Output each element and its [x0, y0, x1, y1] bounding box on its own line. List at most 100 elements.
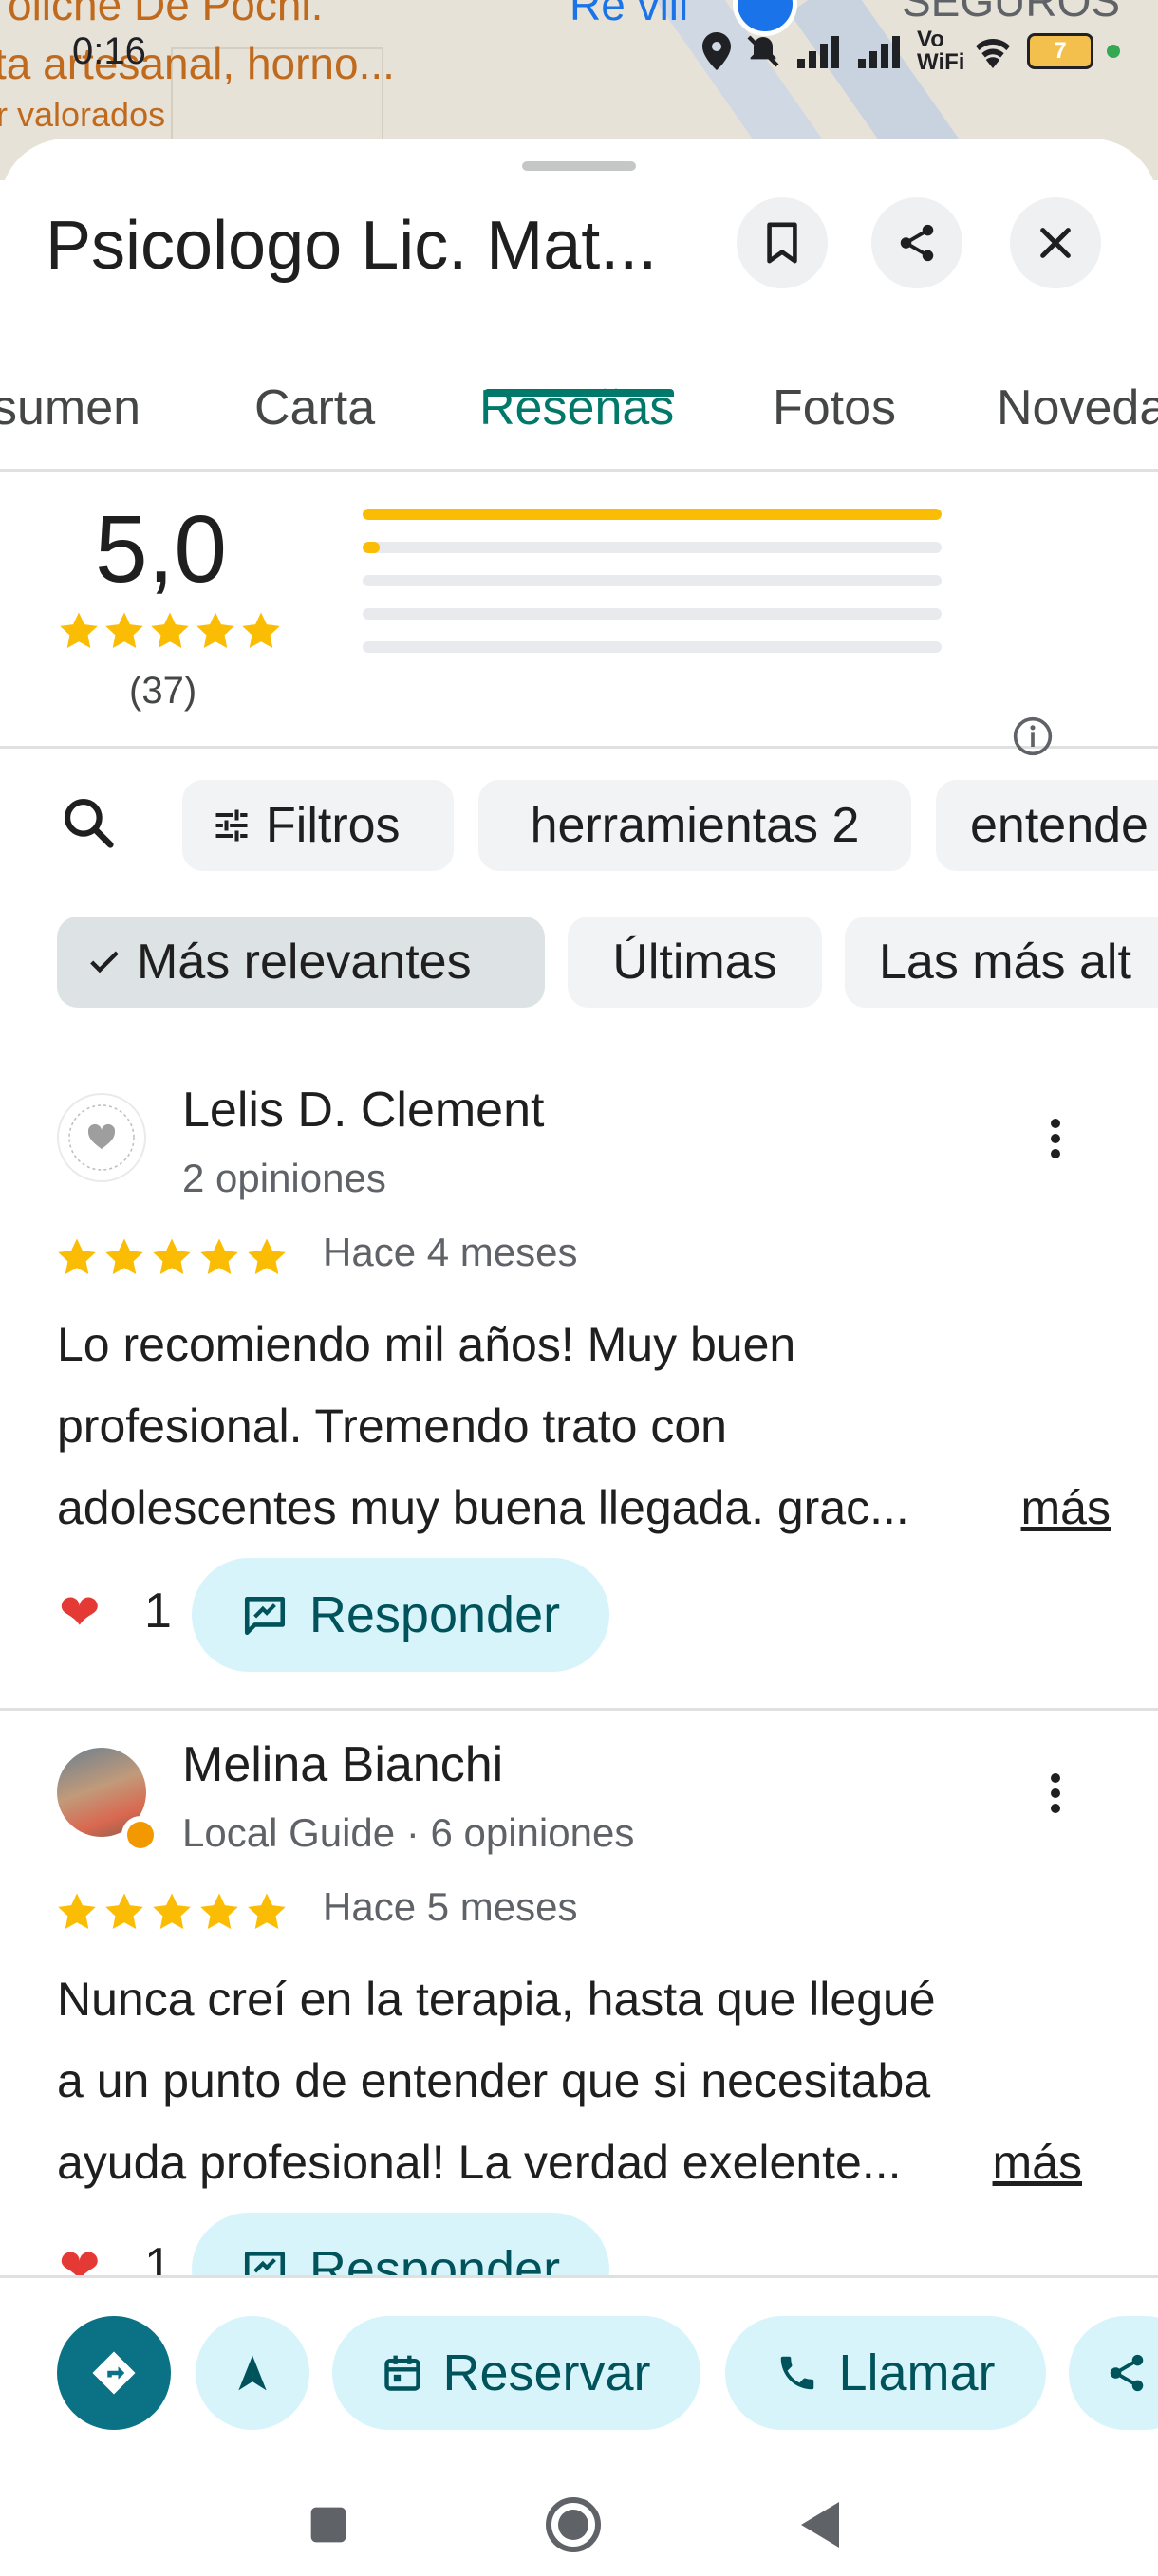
star-icon [248, 1238, 286, 1275]
review-date: Hace 5 meses [323, 1884, 578, 1929]
tab-menu[interactable]: Carta [254, 347, 375, 469]
signal-icon [858, 36, 900, 68]
call-button[interactable]: Llamar [725, 2316, 1046, 2430]
sort-latest-chip[interactable]: Últimas [568, 917, 822, 1008]
save-button[interactable] [737, 197, 828, 288]
rating-bar-3 [363, 575, 942, 586]
reserve-button[interactable]: Reservar [332, 2316, 700, 2430]
reviewer-meta: Local Guide · 6 opiniones [182, 1810, 635, 1855]
close-button[interactable] [1010, 197, 1101, 288]
signal-icon [797, 36, 839, 68]
star-icon [200, 1893, 238, 1930]
review-text-line: profesional. Tremendo trato con [57, 1399, 727, 1453]
recents-icon[interactable] [308, 2504, 349, 2546]
review-text-line: ayuda profesional! La verdad exelente...… [57, 2122, 1082, 2203]
privacy-dot-icon [1107, 45, 1120, 58]
rating-bar-fill [363, 542, 381, 553]
tab-photos[interactable]: Fotos [773, 347, 896, 469]
topic-chip[interactable]: herramientas 2 [478, 780, 911, 871]
topic-chip[interactable]: entende [936, 780, 1158, 871]
filters-chip[interactable]: Filtros [182, 780, 454, 871]
rating-bar-fill [363, 509, 942, 520]
review-text-line: Lo recomiendo mil años! Muy buen [57, 1318, 796, 1371]
filters-chip-label: Filtros [266, 798, 401, 853]
reply-label: Responder [308, 1586, 561, 1643]
wifi-icon [976, 39, 1010, 68]
star-icon [153, 1893, 191, 1930]
tab-summary[interactable]: sumen [0, 347, 140, 469]
mute-icon [747, 35, 779, 67]
close-icon [1040, 228, 1071, 258]
like-count: 1 [144, 1584, 172, 1639]
heart-icon[interactable]: ❤ [59, 1585, 101, 1641]
profile-logo-icon [68, 1104, 135, 1171]
share-button[interactable] [871, 197, 962, 288]
rating-distribution[interactable] [363, 509, 942, 675]
review-text-line: Nunca creí en la terapia, hasta que lleg… [57, 1973, 936, 2026]
bookmark-icon [767, 222, 797, 264]
battery-icon: 7 [1027, 33, 1093, 69]
avatar[interactable] [57, 1093, 146, 1182]
star-icon [242, 612, 280, 649]
drag-handle[interactable] [522, 161, 636, 171]
home-icon[interactable] [543, 2494, 604, 2555]
action-bar: Reservar Llamar [0, 2275, 1158, 2576]
search-icon[interactable] [59, 793, 118, 852]
reviewer-name[interactable]: Melina Bianchi [182, 1736, 503, 1793]
read-more-link[interactable]: más [1021, 1467, 1111, 1548]
star-icon [153, 1238, 191, 1275]
place-sheet: Psicologo Lic. Mat... sumen Carta Reseña… [0, 139, 1158, 2573]
star-icon [58, 1893, 96, 1930]
info-icon[interactable] [1012, 715, 1054, 757]
reserve-label: Reservar [442, 2344, 651, 2401]
star-icon [105, 612, 143, 649]
review-text-line-content: adolescentes muy buena llegada. grac... [57, 1481, 909, 1534]
rating-bar-1 [363, 641, 942, 653]
review-card: Lelis D. Clement 2 opiniones Hace 4 mese… [0, 1063, 1158, 1711]
tab-active-indicator [484, 389, 674, 397]
calendar-icon [384, 2355, 421, 2391]
read-more-link[interactable]: más [993, 2122, 1082, 2203]
more-options-icon[interactable] [1048, 1116, 1063, 1161]
phone-icon [781, 2356, 814, 2390]
call-label: Llamar [838, 2344, 996, 2401]
review-text-line-content: ayuda profesional! La verdad exelente... [57, 2136, 902, 2189]
system-navigation-bar [0, 2475, 1158, 2570]
review-text: Lo recomiendo mil años! Muy buen profesi… [57, 1304, 1111, 1548]
review-text-line: adolescentes muy buena llegada. grac... m… [57, 1467, 1111, 1548]
place-title: Psicologo Lic. Mat... [46, 208, 658, 284]
review-card: Melina Bianchi Local Guide · 6 opiniones… [0, 1717, 1158, 2326]
location-icon [702, 32, 731, 70]
star-icon [105, 1238, 143, 1275]
tab-bar: sumen Carta Reseñas Fotos Noveda [0, 347, 1158, 472]
navigation-arrow-icon [238, 2355, 267, 2391]
reviewer-meta: 2 opiniones [182, 1156, 386, 1200]
rating-bar-4 [363, 542, 942, 553]
rating-bar-2 [363, 608, 942, 620]
directions-button[interactable] [57, 2316, 171, 2430]
reply-button[interactable]: Responder [192, 1558, 609, 1672]
status-time: 0:16 [72, 30, 146, 72]
reviewer-name[interactable]: Lelis D. Clement [182, 1082, 544, 1139]
average-rating: 5,0 [95, 496, 228, 602]
start-navigation-button[interactable] [196, 2316, 309, 2430]
tab-reviews[interactable]: Reseñas [479, 347, 674, 469]
more-options-icon[interactable] [1048, 1770, 1063, 1816]
back-icon[interactable] [797, 2500, 843, 2549]
star-icon [200, 1238, 238, 1275]
reply-icon [244, 1597, 285, 1636]
rating-summary: 5,0 (37) [0, 471, 1158, 756]
share-action-button[interactable] [1069, 2316, 1158, 2430]
vowifi-label: Vo WiFi [917, 27, 965, 75]
rating-stars [57, 609, 283, 653]
sort-highest-chip[interactable]: Las más alt [845, 917, 1158, 1008]
tab-updates[interactable]: Noveda [997, 347, 1158, 469]
review-text: Nunca creí en la terapia, hasta que lleg… [57, 1958, 1111, 2203]
directions-icon [92, 2351, 136, 2395]
star-icon [248, 1893, 286, 1930]
status-bar: 0:16 Vo WiFi 7 [0, 0, 1158, 104]
star-icon [151, 612, 189, 649]
review-stars [55, 1235, 289, 1279]
star-icon [196, 612, 234, 649]
sort-relevant-chip[interactable]: Más relevantes [57, 917, 545, 1008]
